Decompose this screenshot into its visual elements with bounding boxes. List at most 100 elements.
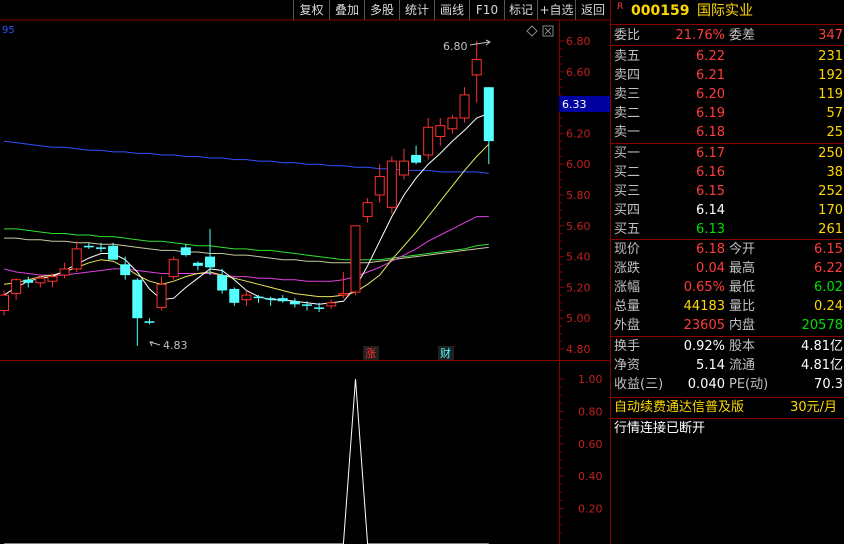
zhang-marker[interactable]: 涨 — [365, 347, 376, 360]
candle-body-down — [95, 247, 106, 249]
fin-value: 5.14 — [696, 358, 725, 373]
weibi-value: 21.76% — [675, 28, 725, 43]
order-level-label: 买五 — [614, 222, 641, 237]
weicha-value: 347 — [818, 28, 843, 43]
buy-row[interactable]: 买二 6.16 38 — [611, 163, 844, 182]
sell-row[interactable]: 卖一 6.18 25 — [611, 123, 844, 142]
order-price: 6.13 — [696, 222, 725, 237]
fin-value: 0.040 — [687, 377, 725, 392]
sell-row[interactable]: 卖五 6.22 231 — [611, 47, 844, 66]
order-volume: 261 — [818, 222, 843, 237]
stat-label: 涨跌 — [614, 261, 641, 276]
buy-row[interactable]: 买五 6.13 261 — [611, 220, 844, 239]
sell-row[interactable]: 卖四 6.21 192 — [611, 66, 844, 85]
status-row: 行情连接已断开 — [611, 419, 844, 438]
stat-value: 0.24 — [814, 299, 843, 314]
fin-label: 净资 — [614, 358, 641, 373]
fin-label: PE(动) — [729, 377, 769, 392]
kline-chart[interactable]: 95 6.806.606.406.206.005.805.605.405.205… — [0, 0, 610, 544]
order-price: 6.18 — [696, 125, 725, 140]
fin-label: 股本 — [729, 339, 756, 354]
high-arrow-icon — [469, 39, 491, 46]
promo-row[interactable]: 自动续费通达信普及版 30元/月 — [611, 398, 844, 417]
candle-body-up — [35, 277, 46, 284]
quote-panel: R 000159 国际实业 委比 21.76% 委差 347 卖五 6.22 231… — [610, 0, 844, 544]
candle-body-down — [314, 307, 325, 309]
fin-value: 4.81亿 — [801, 358, 843, 373]
diamond-icon[interactable] — [526, 25, 538, 37]
candle-body-up — [423, 126, 434, 156]
high-price-label: 6.80 — [443, 40, 468, 53]
promo-text[interactable]: 自动续费通达信普及版 — [614, 398, 744, 417]
order-volume: 192 — [818, 68, 843, 83]
indicator-tick-label: 0.20 — [578, 503, 603, 516]
candle-body-up — [168, 259, 179, 278]
order-price: 6.17 — [696, 146, 725, 161]
candle-body-up — [241, 294, 252, 301]
candle-body-up — [471, 58, 482, 76]
stat-row: 涨幅 0.65% 最低 6.02 — [611, 278, 844, 297]
order-level-label: 买四 — [614, 203, 641, 218]
order-volume: 25 — [826, 125, 843, 140]
candle-body-down — [277, 298, 288, 302]
candle-body-down — [229, 288, 240, 303]
stat-value: 6.15 — [814, 242, 843, 257]
stat-label: 内盘 — [729, 318, 756, 333]
price-tick-label: 5.40 — [566, 251, 591, 264]
order-volume: 231 — [818, 49, 843, 64]
candle-body-down — [217, 275, 228, 291]
candle-body-up — [59, 268, 70, 276]
close-icon[interactable] — [544, 27, 552, 35]
stock-code: 000159 — [631, 3, 690, 19]
candle-body-down — [483, 87, 494, 142]
order-volume: 38 — [826, 165, 843, 180]
candle-body-up — [47, 276, 58, 282]
weicha-label: 委差 — [729, 28, 756, 43]
sell-row[interactable]: 卖三 6.20 119 — [611, 85, 844, 104]
stat-value: 44183 — [683, 299, 725, 314]
candles — [0, 41, 494, 346]
fin-row: 换手 0.92% 股本 4.81亿 — [611, 337, 844, 356]
indicator-tick-label: 0.40 — [578, 470, 603, 483]
stock-name: 国际实业 — [697, 3, 753, 19]
fin-label: 换手 — [614, 339, 641, 354]
buy-row[interactable]: 买四 6.14 170 — [611, 201, 844, 220]
indicator-tick-label: 0.80 — [578, 405, 603, 418]
candle-body-up — [459, 94, 470, 119]
buy-row[interactable]: 买一 6.17 250 — [611, 144, 844, 163]
candle-body-down — [253, 296, 264, 299]
cai-marker[interactable]: 财 — [440, 346, 451, 360]
price-tick-label: 5.00 — [566, 312, 591, 325]
fin-value: 70.3 — [814, 377, 843, 392]
order-price: 6.15 — [696, 184, 725, 199]
sell-row[interactable]: 卖二 6.19 57 — [611, 104, 844, 123]
order-price: 6.19 — [696, 106, 725, 121]
low-price-label: 4.83 — [163, 339, 188, 352]
top-left-label: 95 — [2, 25, 15, 36]
candle-body-up — [338, 293, 349, 296]
order-volume: 170 — [818, 203, 843, 218]
buy-row[interactable]: 买三 6.15 252 — [611, 182, 844, 201]
stat-value: 6.22 — [814, 261, 843, 276]
price-tick-label: 4.80 — [566, 343, 591, 356]
order-price: 6.16 — [696, 165, 725, 180]
stat-label: 今开 — [729, 242, 756, 257]
indicator-line — [4, 378, 489, 544]
price-tick-label: 6.00 — [566, 158, 591, 171]
candle-body-up — [156, 283, 167, 308]
low-arrow-icon — [149, 341, 161, 347]
promo-price[interactable]: 30元/月 — [790, 398, 837, 417]
stat-value: 6.18 — [696, 242, 725, 257]
fin-label: 流通 — [729, 358, 756, 373]
order-volume: 119 — [818, 87, 843, 102]
moving-averages — [3, 112, 490, 305]
order-level-label: 卖四 — [614, 68, 641, 83]
fin-value: 4.81亿 — [801, 339, 843, 354]
stat-row: 外盘 23605 内盘 20578 — [611, 316, 844, 335]
stat-row: 总量 44183 量比 0.24 — [611, 297, 844, 316]
candle-body-down — [289, 301, 300, 305]
price-tick-label: 5.80 — [566, 189, 591, 202]
stock-header: R 000159 国际实业 — [611, 2, 844, 22]
candle-body-down — [180, 247, 191, 256]
order-level-label: 买三 — [614, 184, 641, 199]
